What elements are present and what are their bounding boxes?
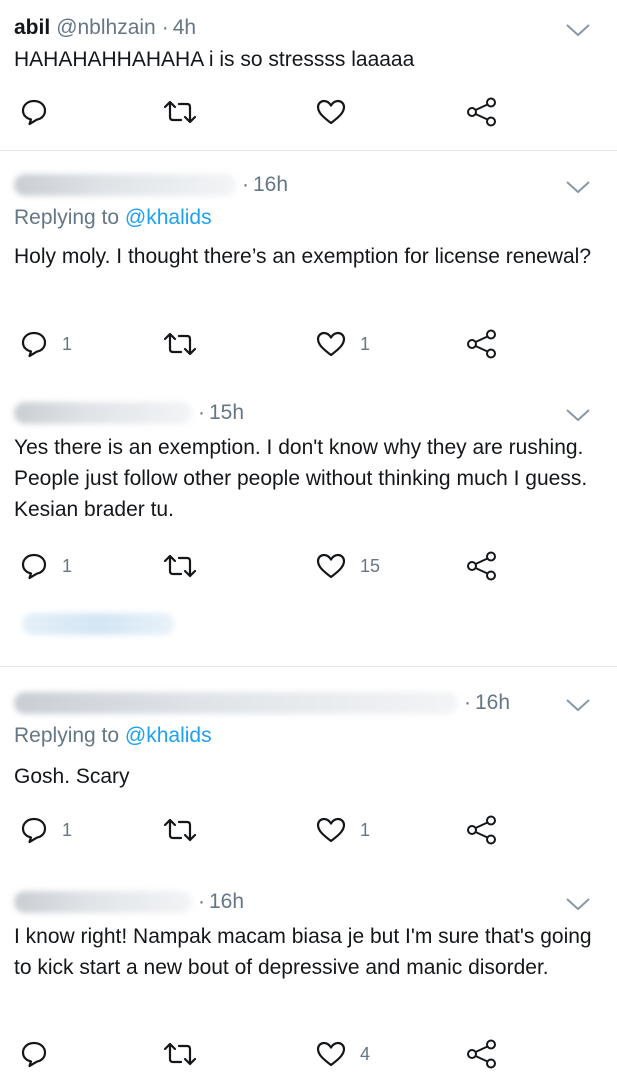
reply-button[interactable]: 1 (20, 328, 72, 360)
like-count: 4 (360, 1043, 371, 1064)
replying-to-handle[interactable]: @khalids (125, 724, 212, 747)
tweet-header: · 16h (14, 689, 510, 717)
chevron-down-icon[interactable] (565, 179, 591, 195)
like-button[interactable] (316, 96, 360, 128)
tweet-header: abil @nblhzain · 4h (14, 14, 196, 42)
like-button[interactable]: 1 (316, 814, 370, 846)
tweet[interactable]: · 16h I know right! Nampak macam biasa j… (0, 868, 617, 1080)
share-icon (467, 97, 496, 127)
replying-to-handle[interactable]: @khalids (125, 206, 212, 229)
redacted-show-thread-link[interactable] (22, 613, 174, 635)
replying-to-label: Replying to (14, 724, 120, 747)
tweet-header: · 16h (14, 171, 288, 199)
heart-icon (316, 331, 346, 357)
retweet-button[interactable] (162, 1038, 198, 1070)
tweet-text: Holy moly. I thought there’s an exemptio… (14, 245, 592, 268)
share-button[interactable] (466, 328, 498, 360)
heart-icon (316, 99, 346, 125)
replying-to: Replying to @khalids (14, 724, 212, 748)
tweet-actions: 4 (0, 1038, 617, 1070)
retweet-icon (163, 332, 197, 356)
reply-icon (21, 553, 47, 580)
tweet[interactable]: abil @nblhzain · 4h HAHAHAHHAHAHA i is s… (0, 0, 617, 150)
share-icon (467, 1039, 496, 1069)
timestamp[interactable]: 16h (209, 890, 244, 914)
retweet-icon (163, 554, 197, 578)
retweet-icon (163, 1042, 197, 1066)
retweet-icon (163, 100, 197, 124)
reply-icon (21, 331, 47, 358)
replying-to-label: Replying to (14, 206, 120, 229)
separator-dot: · (242, 173, 249, 196)
tweet-text: Gosh. Scary (14, 765, 130, 788)
reply-count: 1 (62, 819, 73, 840)
redacted-author (14, 891, 192, 913)
reply-icon (21, 99, 47, 126)
share-icon (467, 815, 496, 845)
reply-count: 1 (62, 555, 73, 576)
retweet-button[interactable] (162, 328, 198, 360)
like-button[interactable]: 4 (316, 1038, 370, 1070)
share-button[interactable] (466, 1038, 498, 1070)
share-button[interactable] (466, 550, 498, 582)
reply-button[interactable] (20, 1038, 62, 1070)
timestamp[interactable]: 4h (173, 16, 196, 40)
chevron-down-icon[interactable] (565, 896, 591, 912)
like-count: 1 (360, 333, 371, 354)
retweet-button[interactable] (162, 96, 198, 128)
heart-icon (316, 1041, 346, 1067)
share-button[interactable] (466, 814, 498, 846)
like-count: 1 (360, 819, 371, 840)
share-button[interactable] (466, 96, 498, 128)
tweet-header: · 16h (14, 888, 244, 916)
reply-button[interactable]: 1 (20, 814, 72, 846)
share-icon (467, 551, 496, 581)
timestamp[interactable]: 16h (475, 691, 510, 715)
timestamp[interactable]: 15h (209, 401, 244, 425)
like-count: 15 (360, 555, 381, 576)
tweet-actions: 1 1 (0, 814, 617, 846)
share-icon (467, 329, 496, 359)
like-button[interactable]: 1 (316, 328, 370, 360)
retweet-icon (163, 818, 197, 842)
tweet[interactable]: · 16h Replying to @khalids Gosh. Scary 1… (0, 667, 617, 868)
tweet-text: Yes there is an exemption. I don't know … (14, 436, 588, 521)
tweet-text: HAHAHAHHAHAHA i is so stressss laaaaa (14, 48, 415, 71)
retweet-button[interactable] (162, 550, 198, 582)
chevron-down-icon[interactable] (565, 22, 591, 38)
chevron-down-icon[interactable] (565, 407, 591, 423)
tweet[interactable]: · 15h Yes there is an exemption. I don't… (0, 383, 617, 666)
tweet-actions: 1 1 (0, 328, 617, 360)
separator-dot: · (161, 16, 169, 39)
reply-icon (21, 817, 47, 844)
retweet-button[interactable] (162, 814, 198, 846)
reply-icon (21, 1041, 47, 1068)
reply-count: 1 (62, 333, 73, 354)
redacted-author (14, 174, 236, 196)
tweet[interactable]: · 16h Replying to @khalids Holy moly. I … (0, 151, 617, 383)
heart-icon (316, 817, 346, 843)
separator-dot: · (464, 691, 471, 714)
reply-button[interactable] (20, 96, 62, 128)
redacted-author (14, 402, 192, 424)
replying-to: Replying to @khalids (14, 206, 212, 230)
redacted-author (14, 692, 458, 714)
separator-dot: · (198, 401, 205, 424)
author-handle[interactable]: @nblhzain (56, 16, 156, 40)
tweet-text: I know right! Nampak macam biasa je but … (14, 925, 592, 979)
author-name[interactable]: abil (14, 16, 50, 40)
tweet-actions: 1 15 (0, 550, 617, 582)
like-button[interactable]: 15 (316, 550, 380, 582)
heart-icon (316, 553, 346, 579)
timestamp[interactable]: 16h (253, 173, 288, 197)
reply-button[interactable]: 1 (20, 550, 72, 582)
chevron-down-icon[interactable] (565, 697, 591, 713)
tweet-actions (0, 96, 617, 128)
separator-dot: · (198, 890, 205, 913)
tweet-header: · 15h (14, 399, 244, 427)
